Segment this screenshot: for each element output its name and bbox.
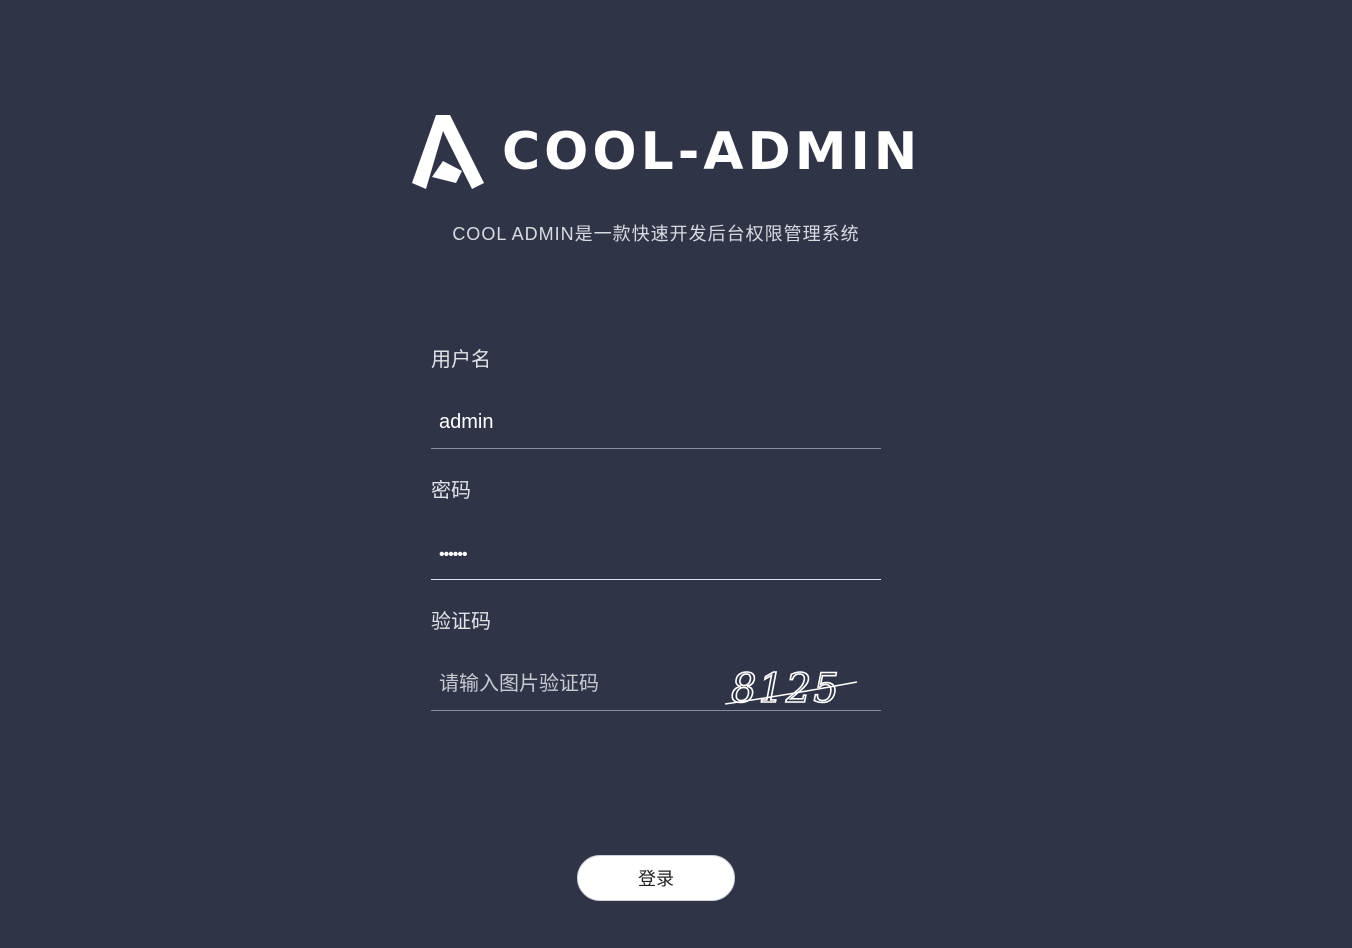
login-form: 用户名 密码 •••••• 验证码 8125 — [431, 340, 881, 729]
captcha-text: 8125 — [731, 666, 841, 712]
password-label: 密码 — [431, 480, 471, 502]
captcha-image[interactable]: 8125 — [721, 662, 861, 712]
username-input[interactable] — [431, 396, 881, 448]
username-field-row — [431, 396, 881, 449]
captcha-group: 验证码 8125 — [431, 602, 881, 712]
brand-name: COOL-ADMIN — [502, 122, 922, 182]
brand-tagline: COOL ADMIN是一款快速开发后台权限管理系统 — [452, 224, 860, 244]
login-page: COOL-ADMIN COOL ADMIN是一款快速开发后台权限管理系统 用户名… — [0, 0, 1352, 948]
cool-admin-logo-icon — [412, 115, 484, 189]
password-group: 密码 •••••• — [431, 471, 881, 580]
username-label: 用户名 — [431, 349, 491, 371]
captcha-field-row: 8125 — [431, 658, 881, 712]
captcha-label: 验证码 — [431, 611, 491, 633]
captcha-input[interactable] — [431, 658, 711, 710]
password-field-row[interactable]: •••••• — [431, 527, 881, 580]
brand-logo: COOL-ADMIN — [412, 112, 917, 192]
password-input[interactable]: •••••• — [439, 527, 468, 579]
login-button[interactable]: 登录 — [577, 855, 735, 901]
username-group: 用户名 — [431, 340, 881, 449]
